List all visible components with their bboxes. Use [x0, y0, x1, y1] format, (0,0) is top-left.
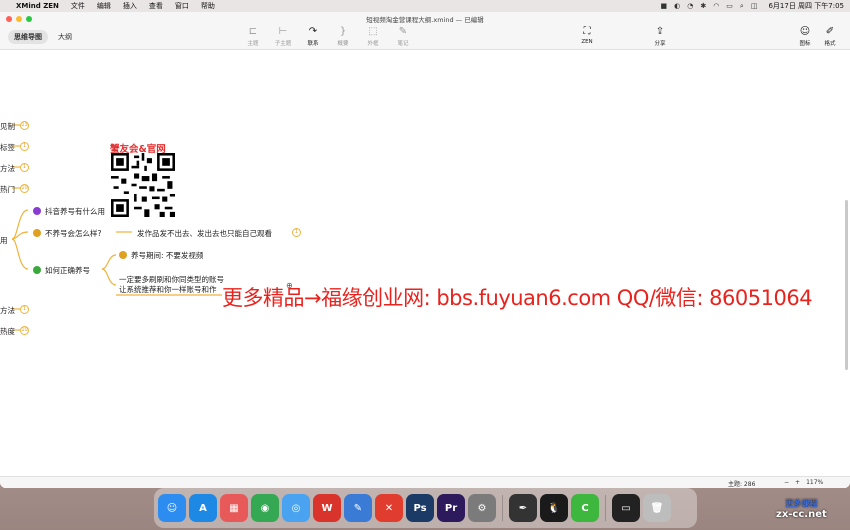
- menubar-clock[interactable]: 6月17日 周四 下午7:05: [768, 1, 844, 11]
- control-center-icon[interactable]: ◫: [751, 2, 758, 10]
- left-node-5[interactable]: 用: [0, 235, 8, 246]
- corner-watermark: 更多课程 zx-cc.net: [776, 498, 827, 520]
- dock: ☺ A ▦ ◉ ◎ W ✎ ✕ Ps Pr ⚙ ✒ 🐧 C ▭ 🗑: [154, 488, 697, 528]
- left-node-7[interactable]: 热度: [0, 326, 15, 337]
- connector-lines: [11, 124, 222, 331]
- zoom-out-button[interactable]: −: [784, 479, 789, 486]
- boundary-button[interactable]: ⬚ 外框: [358, 26, 388, 47]
- left-node-1[interactable]: 见制: [0, 121, 15, 132]
- document-title: 短视频淘金营课程大纲.xmind — 已编辑: [366, 16, 484, 24]
- left-node-3[interactable]: 方法: [0, 163, 15, 174]
- topic-count: 主题: 286: [728, 481, 756, 488]
- relationship-icon: ↷: [308, 26, 318, 37]
- consequence-detail[interactable]: 发作品发不出去、发出去也只能自己观看: [137, 228, 272, 239]
- qq-icon[interactable]: 🐧: [540, 494, 568, 522]
- branch-purpose[interactable]: 抖音养号有什么用: [33, 206, 105, 217]
- summary-button[interactable]: } 概要: [328, 26, 358, 47]
- xmind-window: 短视频淘金营课程大纲.xmind — 已编辑 思维导图 大纲 ⊏ 主题 ⊢ 子主…: [0, 12, 850, 488]
- green-emoji-icon: [33, 266, 41, 274]
- yellow-emoji-icon: [33, 229, 41, 237]
- app-store-icon[interactable]: A: [189, 494, 217, 522]
- tab-outline[interactable]: 大纲: [52, 30, 78, 44]
- summary-icon: }: [339, 26, 347, 37]
- tab-mindmap[interactable]: 思维导图: [8, 30, 48, 44]
- left-node-4-badge[interactable]: 10: [20, 184, 29, 193]
- zoom-controls: − + 117%: [784, 479, 823, 486]
- qr-code-image: [111, 153, 175, 217]
- watermark-text: 更多精品→福缘创业网: bbs.fuyuan6.com QQ/微信: 86051…: [222, 286, 813, 310]
- bluetooth-icon[interactable]: ✱: [700, 2, 706, 10]
- note-button[interactable]: ✎ 笔记: [388, 26, 418, 47]
- left-node-3-badge[interactable]: 1: [20, 163, 29, 172]
- chrome-icon[interactable]: ◉: [251, 494, 279, 522]
- branch-consequence[interactable]: 不养号会怎么样?: [33, 228, 101, 239]
- purple-emoji-icon: [33, 207, 41, 215]
- left-node-2[interactable]: 标签: [0, 142, 15, 153]
- note-icon: ✎: [398, 26, 408, 37]
- xmind-icon[interactable]: ✕: [375, 494, 403, 522]
- subtopic-icon: ⊢: [278, 26, 288, 37]
- left-node-7-badge[interactable]: 10: [20, 326, 29, 335]
- format-panel-button[interactable]: ✐ 格式: [815, 26, 845, 47]
- battery-icon[interactable]: ▭: [726, 2, 733, 10]
- zen-button[interactable]: ⛶ ZEN: [572, 26, 602, 45]
- how-to-child-1[interactable]: 养号期间: 不要发视频: [119, 250, 203, 261]
- finder-icon[interactable]: ☺: [158, 494, 186, 522]
- brush-icon: ✐: [825, 26, 835, 37]
- menubar-status-area: ■ ◐ ◔ ✱ ◠ ▭ ⌕ ◫ 6月17日 周四 下午7:05: [660, 1, 844, 11]
- topic-icon: ⊏: [248, 26, 258, 37]
- premiere-icon[interactable]: Pr: [437, 494, 465, 522]
- dock-separator: [502, 495, 503, 521]
- vertical-scrollbar[interactable]: [845, 200, 848, 370]
- pencil-icon[interactable]: ✒: [509, 494, 537, 522]
- orange-emoji-icon: [119, 251, 127, 259]
- photoshop-icon[interactable]: Ps: [406, 494, 434, 522]
- consequence-detail-badge[interactable]: 1: [292, 228, 301, 237]
- qq-status-icon[interactable]: ◔: [687, 2, 693, 10]
- fullscreen-icon: ⛶: [583, 26, 591, 37]
- camtasia-icon[interactable]: C: [571, 494, 599, 522]
- share-button[interactable]: ⇪ 分享: [645, 26, 675, 47]
- topic-button[interactable]: ⊏ 主题: [238, 26, 268, 47]
- left-node-6[interactable]: 方法: [0, 305, 15, 316]
- mindmap-canvas[interactable]: 见制 13 标签 1 方法 1 热门 10 用 方法 1 热度 10 抖音养号有…: [0, 50, 850, 488]
- wechat-icon[interactable]: ◐: [674, 2, 680, 10]
- zoom-in-button[interactable]: +: [795, 479, 800, 486]
- left-node-1-badge[interactable]: 13: [20, 121, 29, 130]
- menu-file[interactable]: 文件: [71, 1, 85, 11]
- left-node-2-badge[interactable]: 1: [20, 142, 29, 151]
- share-icon: ⇪: [655, 26, 665, 37]
- wps-icon[interactable]: W: [313, 494, 341, 522]
- search-icon[interactable]: ⌕: [740, 2, 744, 11]
- branch-how-to[interactable]: 如何正确养号: [33, 265, 90, 276]
- subtopic-button[interactable]: ⊢ 子主题: [268, 26, 298, 47]
- menu-view[interactable]: 查看: [149, 1, 163, 11]
- left-node-4[interactable]: 热门: [0, 184, 15, 195]
- launchpad-icon[interactable]: ▦: [220, 494, 248, 522]
- left-node-6-badge[interactable]: 1: [20, 305, 29, 314]
- trash-icon[interactable]: 🗑: [643, 494, 671, 522]
- menubar: XMind ZEN 文件 编辑 插入 查看 窗口 帮助 ■ ◐ ◔ ✱ ◠ ▭ …: [0, 0, 850, 12]
- boundary-icon: ⬚: [368, 26, 378, 37]
- how-to-child-3[interactable]: 让系统推荐和你一样账号和作: [119, 284, 217, 295]
- menu-help[interactable]: 帮助: [201, 1, 215, 11]
- menu-insert[interactable]: 插入: [123, 1, 137, 11]
- menu-window[interactable]: 窗口: [175, 1, 189, 11]
- wifi-icon[interactable]: ◠: [713, 2, 719, 10]
- statusbar: 主题: 286 − + 117%: [0, 476, 850, 488]
- record-icon[interactable]: ■: [660, 2, 667, 10]
- view-switch: 思维导图 大纲: [8, 30, 78, 44]
- keynote-icon[interactable]: ✎: [344, 494, 372, 522]
- corner-watermark-top: 更多课程: [785, 499, 818, 508]
- relationship-button[interactable]: ↷ 联系: [298, 26, 328, 47]
- dock-separator-2: [605, 495, 606, 521]
- zoom-level[interactable]: 117%: [806, 479, 823, 486]
- menu-app-name[interactable]: XMind ZEN: [16, 2, 59, 10]
- titlebar: 短视频淘金营课程大纲.xmind — 已编辑 思维导图 大纲 ⊏ 主题 ⊢ 子主…: [0, 12, 850, 50]
- safari-icon[interactable]: ◎: [282, 494, 310, 522]
- menu-edit[interactable]: 编辑: [97, 1, 111, 11]
- system-preferences-icon[interactable]: ⚙: [468, 494, 496, 522]
- screen-thumbnail-icon[interactable]: ▭: [612, 494, 640, 522]
- corner-watermark-site: zx-cc.net: [776, 509, 827, 520]
